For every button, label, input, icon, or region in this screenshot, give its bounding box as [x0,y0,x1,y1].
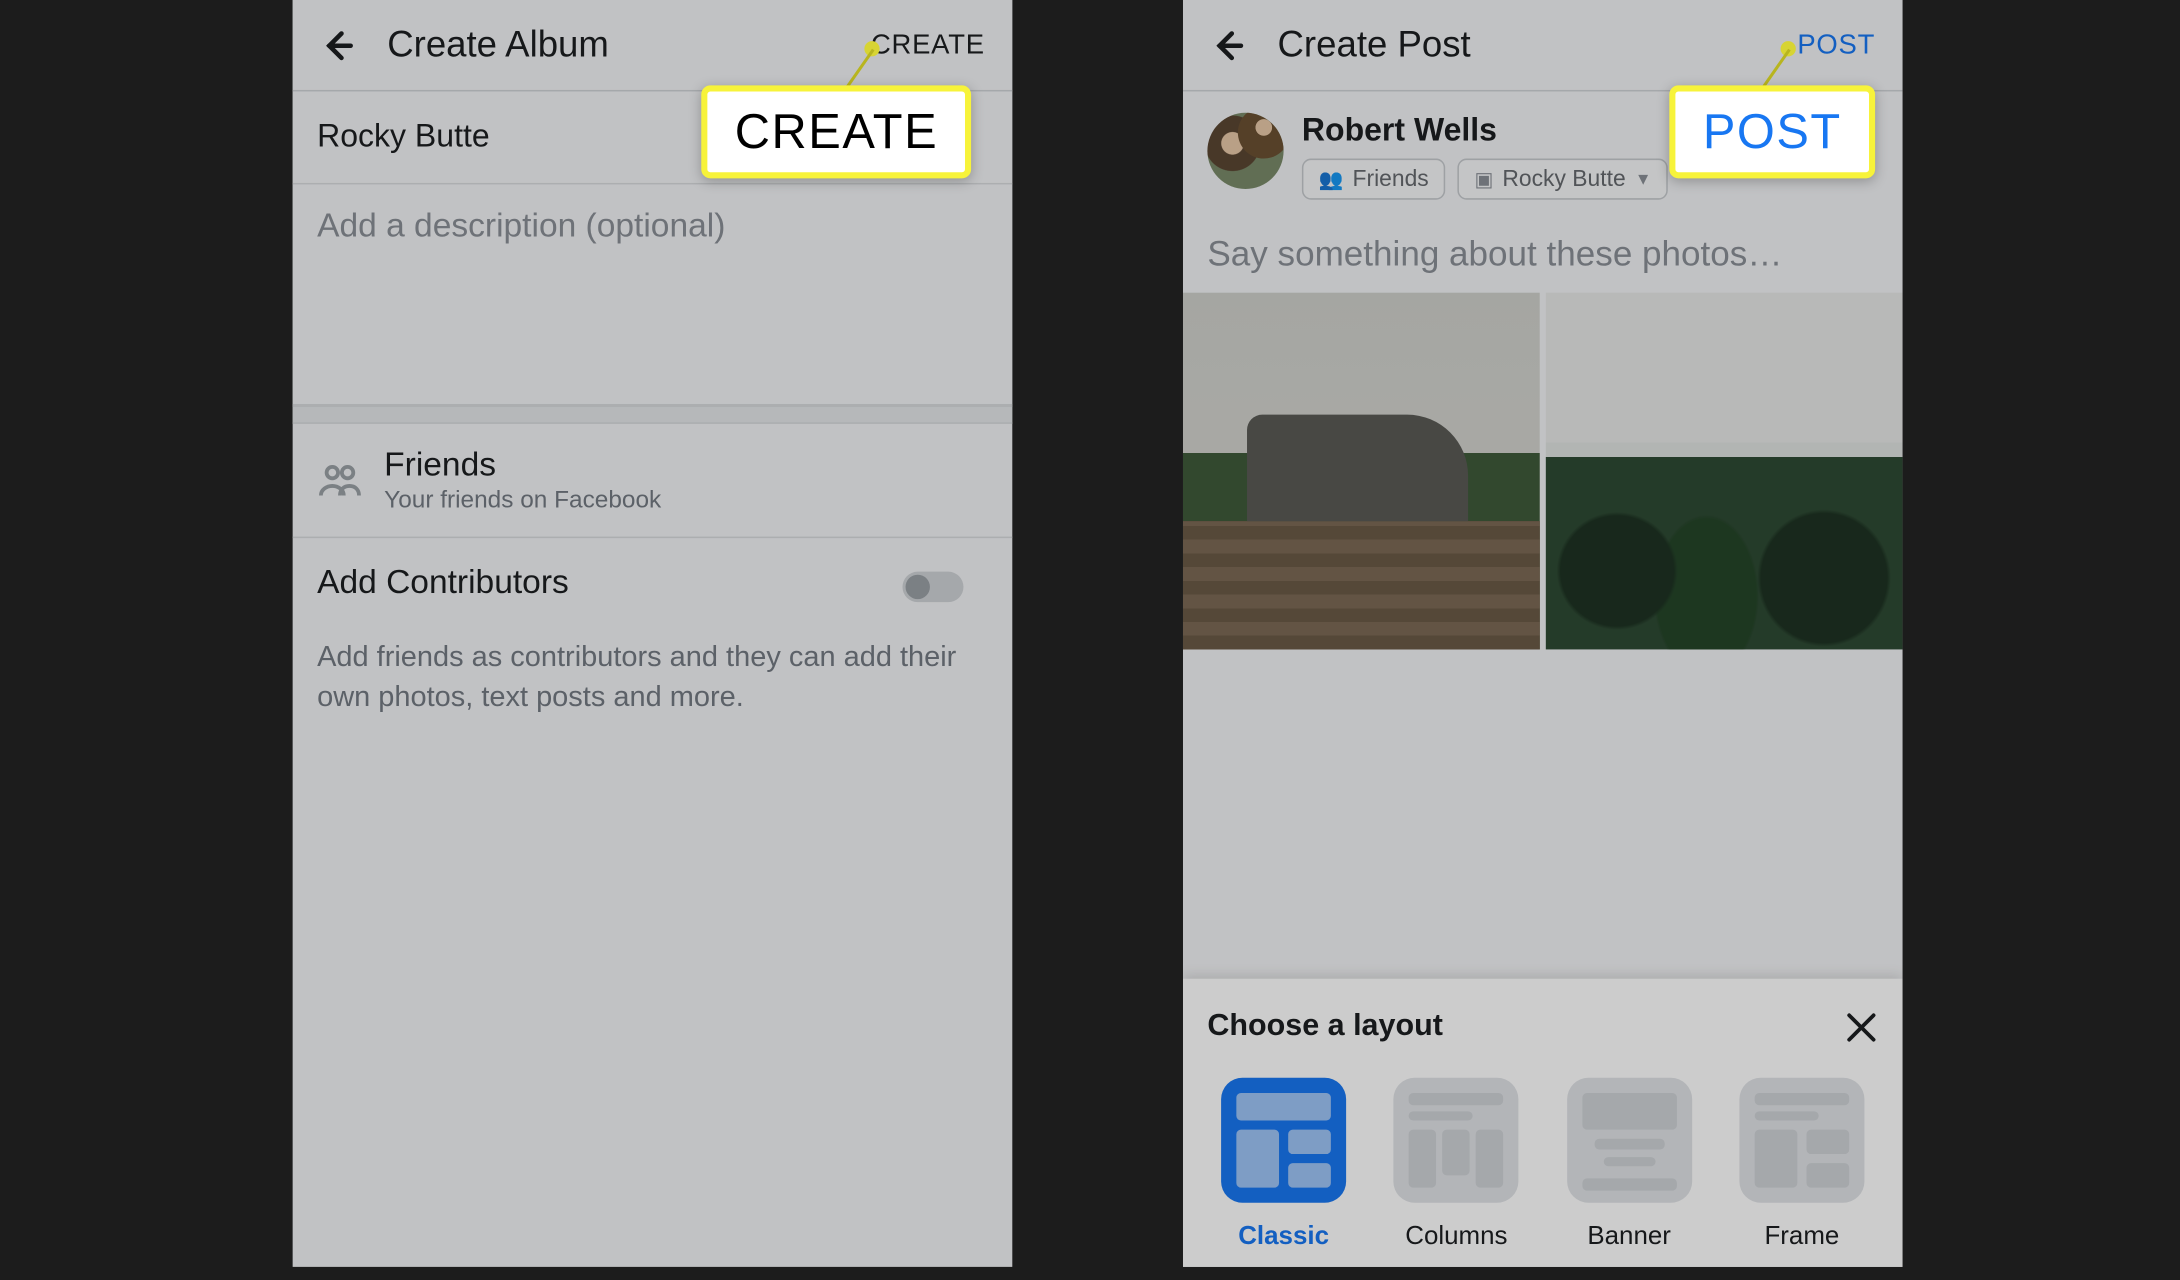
back-icon[interactable] [320,27,357,64]
callout-create: CREATE [701,85,971,178]
photo-2[interactable] [1546,293,1903,650]
layout-sheet: Choose a layout Classic Columns Banner [1183,979,1903,1267]
callout-post: POST [1669,85,1875,178]
album-description-input[interactable]: Add a description (optional) [293,184,1013,405]
audience-chip[interactable]: 👥 Friends [1302,159,1446,200]
avatar[interactable] [1207,113,1283,189]
privacy-row[interactable]: Friends Your friends on Facebook [293,424,1013,538]
photo-1[interactable] [1183,293,1540,650]
layout-frame[interactable]: Frame [1735,1078,1869,1252]
user-name: Robert Wells [1302,113,1668,150]
contributors-label: Add Contributors [317,563,569,601]
layout-banner[interactable]: Banner [1562,1078,1696,1252]
album-icon: ▣ [1475,167,1494,191]
contributors-description: Add friends as contributors and they can… [317,639,988,717]
section-divider [293,406,1013,424]
contributors-toggle[interactable] [902,572,963,602]
close-icon[interactable] [1845,1010,1879,1044]
layout-label: Banner [1587,1221,1671,1251]
page-title: Create Album [387,24,871,67]
privacy-subtitle: Your friends on Facebook [384,488,661,515]
layout-label: Classic [1238,1221,1329,1251]
privacy-label: Friends [384,445,661,485]
layout-columns[interactable]: Columns [1389,1078,1523,1252]
chevron-down-icon: ▼ [1635,170,1652,188]
page-title: Create Post [1278,24,1798,67]
create-button[interactable]: CREATE [871,29,985,61]
header-album: Create Album CREATE [293,0,1013,91]
back-icon[interactable] [1210,27,1247,64]
friends-icon [317,457,363,503]
phone-create-album: Create Album CREATE Rocky Butte Add a de… [293,0,1013,1267]
album-chip[interactable]: ▣ Rocky Butte ▼ [1458,159,1668,200]
photo-strip [1183,293,1903,650]
phone-create-post: Create Post POST Robert Wells 👥 Friends … [1183,0,1903,1267]
friends-icon: 👥 [1319,167,1344,191]
layout-classic[interactable]: Classic [1217,1078,1351,1252]
album-label: Rocky Butte [1502,166,1625,192]
sheet-title: Choose a layout [1207,1009,1844,1044]
layout-label: Columns [1405,1221,1507,1251]
post-button[interactable]: POST [1797,29,1875,61]
layout-label: Frame [1764,1221,1839,1251]
contributors-section: Add Contributors Add friends as contribu… [293,538,1013,750]
audience-label: Friends [1352,166,1428,192]
caption-input[interactable]: Say something about these photos… [1183,200,1903,293]
